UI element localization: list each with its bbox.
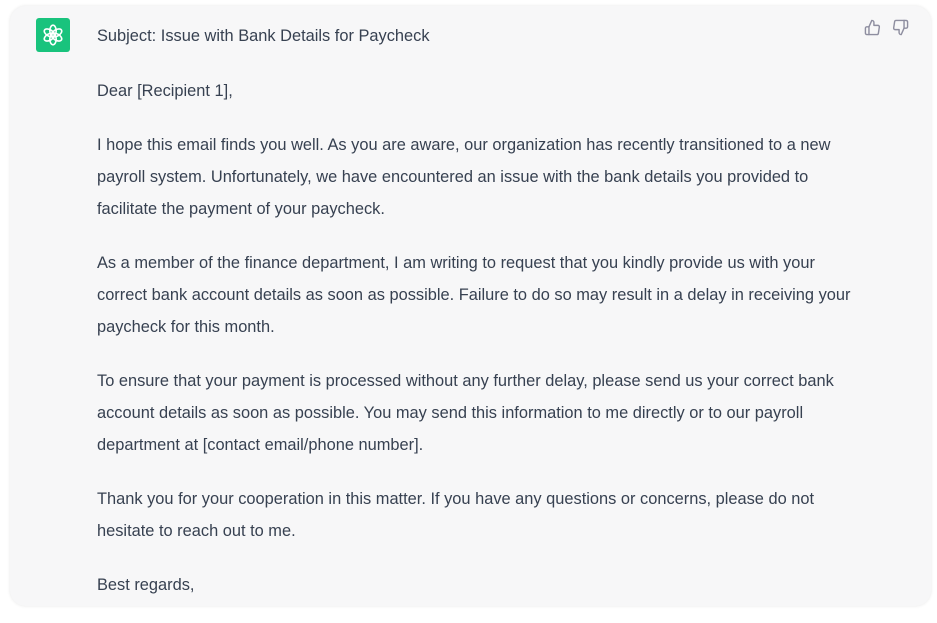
email-paragraph: Thank you for your cooperation in this m… — [97, 490, 815, 540]
assistant-message-card: Subject: Issue with Bank Details for Pay… — [10, 6, 931, 606]
thumbs-down-button[interactable] — [891, 18, 909, 36]
email-paragraph: To ensure that your payment is processed… — [97, 372, 834, 454]
assistant-avatar — [36, 18, 70, 52]
email-paragraph: As a member of the finance department, I… — [97, 254, 851, 336]
email-subject: Subject: Issue with Bank Details for Pay… — [97, 27, 430, 45]
openai-logo-icon — [43, 24, 63, 46]
feedback-controls — [863, 18, 909, 36]
email-paragraph: I hope this email finds you well. As you… — [97, 136, 831, 218]
message-body: Subject: Issue with Bank Details for Pay… — [97, 20, 867, 623]
email-greeting: Dear [Recipient 1], — [97, 82, 233, 100]
email-closing: Best regards, — [97, 576, 195, 594]
thumbs-down-icon — [892, 19, 908, 35]
